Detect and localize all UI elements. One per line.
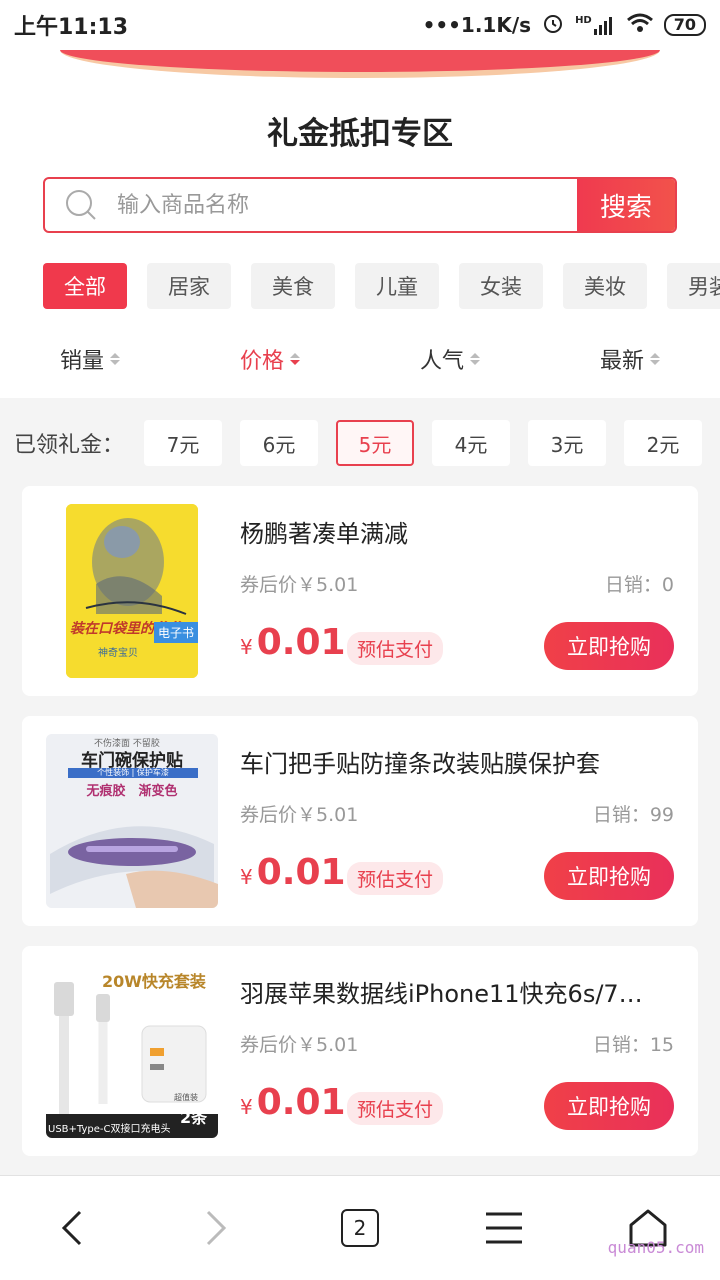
category-tab-men[interactable]: 男装: [667, 263, 720, 309]
currency-symbol: ¥: [240, 865, 253, 889]
product-image-badge-small: 超值装: [174, 1093, 198, 1102]
status-icons: •••1.1K/s HD 70: [423, 11, 706, 40]
estimated-pay-tag: 预估支付: [347, 632, 444, 665]
hd-label: HD: [575, 15, 592, 26]
product-image-subtitle: 无痕胶 渐变色: [86, 784, 178, 799]
product-coupon-price: 券后价￥5.01: [240, 1034, 359, 1056]
product-image-bottom-text: USB+Type-C双接口充电头: [48, 1124, 171, 1135]
buy-now-button[interactable]: 立即抢购: [544, 622, 674, 670]
product-image-badge: 2条: [180, 1108, 208, 1127]
wifi-icon: [626, 12, 654, 39]
sort-price-label: 价格: [239, 349, 284, 374]
product-image[interactable]: 20W快充套装 USB+Type-C双接口充电头 超值装 2条: [46, 964, 218, 1138]
product-daily-sales: 日销：99: [592, 804, 674, 826]
search-input[interactable]: [117, 179, 577, 231]
product-image[interactable]: 不伤漆面 不留胶 车门碗保护贴 个性装饰 | 保护车漆 无痕胶 渐变色: [46, 734, 218, 908]
sort-popularity[interactable]: 人气: [360, 334, 540, 384]
category-tabs: 全部 居家 美食 儿童 女装 美妆 男装: [43, 263, 720, 309]
page-title: 礼金抵扣专区: [267, 116, 453, 152]
chevron-right-icon: [206, 1210, 227, 1246]
ebook-badge: 电子书: [153, 622, 198, 643]
product-title[interactable]: 杨鹏著凑单满减: [240, 514, 676, 549]
alarm-icon: [541, 11, 565, 40]
sort-arrows-icon: [650, 353, 660, 365]
sort-newest[interactable]: 最新: [540, 334, 720, 384]
currency-symbol: ¥: [240, 635, 253, 659]
sort-sales[interactable]: 销量: [0, 334, 180, 384]
tabs-button[interactable]: 2: [320, 1188, 400, 1268]
gift-chip-3[interactable]: 3元: [528, 420, 606, 466]
product-price: ¥ 0.01: [240, 1082, 346, 1123]
gift-label: 已领礼金：: [14, 433, 125, 458]
chevron-left-icon: [61, 1210, 82, 1246]
sort-price[interactable]: 价格: [180, 334, 360, 384]
product-price: ¥ 0.01: [240, 622, 346, 663]
battery-indicator: 70: [663, 14, 706, 36]
gift-amount-row: 已领礼金： 7元 6元 5元 4元 3元 2元: [0, 420, 720, 466]
menu-icon: [486, 1212, 522, 1244]
search-button[interactable]: 搜索: [577, 179, 675, 231]
sort-arrows-icon: [290, 353, 300, 365]
product-daily-sales: 日销：0: [604, 574, 674, 596]
category-tab-beauty[interactable]: 美妆: [563, 263, 647, 309]
product-coupon-price: 券后价￥5.01: [240, 574, 359, 596]
product-title[interactable]: 车门把手贴防撞条改装贴膜保护套: [240, 744, 676, 779]
product-daily-sales: 日销：15: [592, 1034, 674, 1056]
price-value: 0.01: [256, 852, 346, 893]
currency-symbol: ¥: [240, 1095, 253, 1119]
book-cover-subtitle: 神奇宝贝: [98, 648, 138, 659]
product-title[interactable]: 羽展苹果数据线iPhone11快充6s/7…: [240, 974, 676, 1009]
gift-chip-7[interactable]: 7元: [144, 420, 222, 466]
category-tab-food[interactable]: 美食: [251, 263, 335, 309]
gift-chip-5[interactable]: 5元: [336, 420, 414, 466]
category-tab-women[interactable]: 女装: [459, 263, 543, 309]
header-banner-arc: [60, 50, 660, 78]
buy-now-button[interactable]: 立即抢购: [544, 852, 674, 900]
tab-count: 2: [341, 1209, 379, 1247]
product-image[interactable]: 装在口袋里的爸爸 神奇宝贝 电子书: [66, 504, 198, 678]
sort-popularity-label: 人气: [419, 349, 464, 374]
sort-newest-label: 最新: [599, 349, 644, 374]
forward-button[interactable]: [176, 1188, 256, 1268]
sort-bar: 销量 价格 人气 最新: [0, 334, 720, 384]
header-section: 礼金抵扣专区 搜索 全部 居家 美食 儿童 女装 美妆 男装 销量 价格 人气 …: [0, 50, 720, 398]
gift-chip-6[interactable]: 6元: [240, 420, 318, 466]
price-value: 0.01: [256, 622, 346, 663]
price-value: 0.01: [256, 1082, 346, 1123]
category-tab-all[interactable]: 全部: [43, 263, 127, 309]
search-bar: 搜索: [43, 177, 677, 233]
product-card[interactable]: 装在口袋里的爸爸 神奇宝贝 电子书 杨鹏著凑单满减 券后价￥5.01 日销：0 …: [22, 486, 698, 696]
product-card[interactable]: 不伤漆面 不留胶 车门碗保护贴 个性装饰 | 保护车漆 无痕胶 渐变色 车门把手…: [22, 716, 698, 926]
gift-chip-2[interactable]: 2元: [624, 420, 702, 466]
product-image-top-text: 20W快充套装: [102, 972, 206, 991]
menu-button[interactable]: [464, 1188, 544, 1268]
product-price: ¥ 0.01: [240, 852, 346, 893]
watermark: quan05.com: [607, 1238, 704, 1257]
product-card[interactable]: 20W快充套装 USB+Type-C双接口充电头 超值装 2条 羽展苹果数据线i…: [22, 946, 698, 1156]
status-time: 上午11:13: [14, 15, 129, 40]
gift-chip-4[interactable]: 4元: [432, 420, 510, 466]
search-icon: [45, 179, 117, 231]
signal-icon: HD: [575, 15, 616, 35]
sort-arrows-icon: [110, 353, 120, 365]
estimated-pay-tag: 预估支付: [347, 862, 444, 895]
product-image-ribbon: 个性装饰 | 保护车漆: [97, 768, 169, 777]
category-tab-kids[interactable]: 儿童: [355, 263, 439, 309]
product-coupon-price: 券后价￥5.01: [240, 804, 359, 826]
estimated-pay-tag: 预估支付: [347, 1092, 444, 1125]
gift-chips: 7元 6元 5元 4元 3元 2元: [144, 420, 702, 466]
network-speed: •••1.1K/s: [422, 13, 532, 37]
browser-bottom-bar: 2: [0, 1175, 720, 1280]
sort-arrows-icon: [470, 353, 480, 365]
category-tab-home[interactable]: 居家: [147, 263, 231, 309]
buy-now-button[interactable]: 立即抢购: [544, 1082, 674, 1130]
back-button[interactable]: [32, 1188, 112, 1268]
status-bar: 上午11:13 •••1.1K/s HD 70: [0, 0, 720, 50]
sort-sales-label: 销量: [59, 349, 104, 374]
